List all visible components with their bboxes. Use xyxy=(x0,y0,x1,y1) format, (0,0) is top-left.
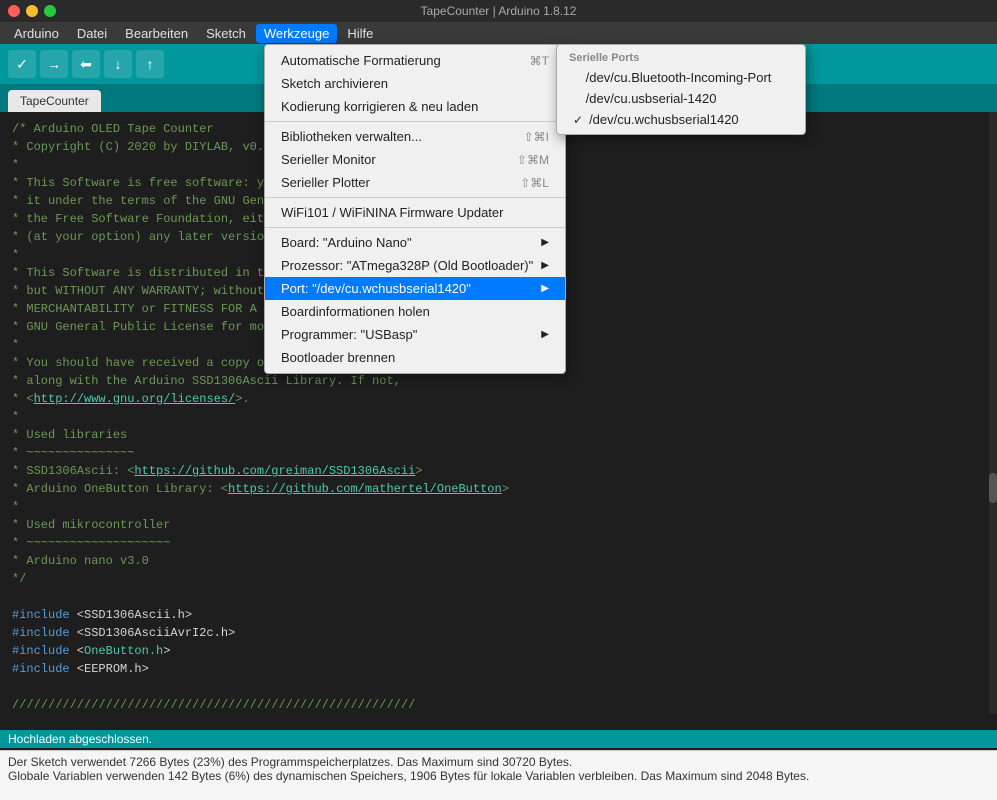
port-submenu: Serielle Ports /dev/cu.Bluetooth-Incomin… xyxy=(556,44,806,135)
editor-line: * Arduino nano v3.0 xyxy=(12,552,985,570)
menu-sketch[interactable]: Sketch xyxy=(198,24,254,43)
scrollbar-thumb[interactable] xyxy=(989,473,997,503)
menu-manage-libraries[interactable]: Bibliotheken verwalten... ⇧⌘I xyxy=(265,125,565,148)
editor-line xyxy=(12,678,985,696)
menu-separator-3 xyxy=(265,227,565,228)
minimize-button[interactable] xyxy=(26,5,38,17)
editor-line: #include <OneButton.h> xyxy=(12,642,985,660)
status-line-1: Der Sketch verwendet 7266 Bytes (23%) de… xyxy=(8,755,989,769)
editor-line: #include <SSD1306Ascii.h> xyxy=(12,606,985,624)
scrollbar[interactable] xyxy=(989,112,997,714)
statusbar-container: Hochladen abgeschlossen. Der Sketch verw… xyxy=(0,730,997,800)
port-wchusbserial[interactable]: ✓ /dev/cu.wchusbserial1420 xyxy=(557,109,805,130)
menu-wifi-updater[interactable]: WiFi101 / WiFiNINA Firmware Updater xyxy=(265,201,565,224)
menu-hilfe[interactable]: Hilfe xyxy=(339,24,381,43)
werkzeuge-dropdown: Automatische Formatierung ⌘T Sketch arch… xyxy=(264,44,566,374)
menu-arduino[interactable]: Arduino xyxy=(6,24,67,43)
new-button[interactable]: ↑ xyxy=(136,50,164,78)
menu-serial-plotter[interactable]: Serieller Plotter ⇧⌘L xyxy=(265,171,565,194)
editor-line xyxy=(12,588,985,606)
status-line-2: Globale Variablen verwenden 142 Bytes (6… xyxy=(8,769,989,783)
editor-line: * ~~~~~~~~~~~~~~~ xyxy=(12,444,985,462)
editor-line: * xyxy=(12,498,985,516)
editor-line: * ~~~~~~~~~~~~~~~~~~~~ xyxy=(12,534,985,552)
window-title: TapeCounter | Arduino 1.8.12 xyxy=(421,4,577,18)
menu-port[interactable]: Port: "/dev/cu.wchusbserial1420" ▶ xyxy=(265,277,565,300)
editor-line: #include <SSD1306AsciiAvrI2c.h> xyxy=(12,624,985,642)
menu-separator-2 xyxy=(265,197,565,198)
editor-line: * along with the Arduino SSD1306Ascii Li… xyxy=(12,372,985,390)
maximize-button[interactable] xyxy=(44,5,56,17)
port-bluetooth[interactable]: /dev/cu.Bluetooth-Incoming-Port xyxy=(557,67,805,88)
menubar: Arduino Datei Bearbeiten Sketch Werkzeug… xyxy=(0,22,997,44)
serial-button[interactable]: ↓ xyxy=(104,50,132,78)
close-button[interactable] xyxy=(8,5,20,17)
menu-burn-bootloader[interactable]: Bootloader brennen xyxy=(265,346,565,369)
statusbar: Der Sketch verwendet 7266 Bytes (23%) de… xyxy=(0,750,997,800)
menu-archive-sketch[interactable]: Sketch archivieren xyxy=(265,72,565,95)
menu-bearbeiten[interactable]: Bearbeiten xyxy=(117,24,196,43)
editor-line: * Used libraries xyxy=(12,426,985,444)
port-usbserial[interactable]: /dev/cu.usbserial-1420 xyxy=(557,88,805,109)
menu-serial-monitor[interactable]: Serieller Monitor ⇧⌘M xyxy=(265,148,565,171)
upload-status: Hochladen abgeschlossen. xyxy=(0,730,997,748)
menu-werkzeuge[interactable]: Werkzeuge xyxy=(256,24,338,43)
menu-fix-encoding[interactable]: Kodierung korrigieren & neu laden xyxy=(265,95,565,118)
editor-line: * Arduino OneButton Library: <https://gi… xyxy=(12,480,985,498)
verify-button[interactable]: ✓ xyxy=(8,50,36,78)
menu-datei[interactable]: Datei xyxy=(69,24,115,43)
debug-button[interactable]: ⬅ xyxy=(72,50,100,78)
editor-line: ////////////////////////////////////////… xyxy=(12,696,985,714)
upload-button[interactable]: → xyxy=(40,50,68,78)
editor-line: * SSD1306Ascii: <https://github.com/grei… xyxy=(12,462,985,480)
menu-processor[interactable]: Prozessor: "ATmega328P (Old Bootloader)"… xyxy=(265,254,565,277)
menu-programmer[interactable]: Programmer: "USBasp" ▶ xyxy=(265,323,565,346)
editor-line: * Used mikrocontroller xyxy=(12,516,985,534)
editor-line: * <http://www.gnu.org/licenses/>. xyxy=(12,390,985,408)
tab-tapecounter[interactable]: TapeCounter xyxy=(8,90,101,112)
editor-line: #include <EEPROM.h> xyxy=(12,660,985,678)
menu-auto-format[interactable]: Automatische Formatierung ⌘T xyxy=(265,49,565,72)
window-controls xyxy=(8,5,56,17)
menu-separator xyxy=(265,121,565,122)
editor-line: */ xyxy=(12,570,985,588)
titlebar: TapeCounter | Arduino 1.8.12 xyxy=(0,0,997,22)
menu-board[interactable]: Board: "Arduino Nano" ▶ xyxy=(265,231,565,254)
menu-board-info[interactable]: Boardinformationen holen xyxy=(265,300,565,323)
editor-line: * xyxy=(12,408,985,426)
port-submenu-header: Serielle Ports xyxy=(557,49,805,67)
